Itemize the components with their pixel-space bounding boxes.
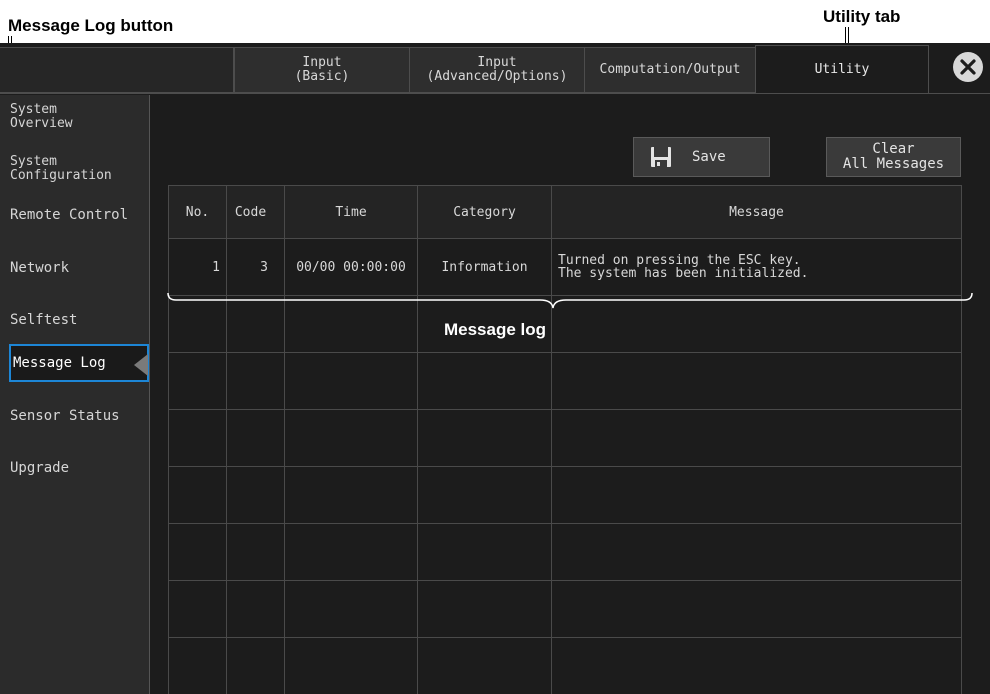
column-header-time[interactable]: Time bbox=[284, 185, 418, 239]
cell-no: 1 bbox=[168, 238, 227, 296]
table-row[interactable]: 1 3 00/00 00:00:00 Information Turned on… bbox=[168, 238, 962, 296]
sidebar-item-system-overview[interactable]: System Overview bbox=[10, 103, 145, 131]
table-row bbox=[168, 409, 962, 467]
cell-category: Information bbox=[417, 238, 552, 296]
column-header-no[interactable]: No. bbox=[168, 185, 227, 239]
sidebar-item-sensor-status[interactable]: Sensor Status bbox=[10, 409, 145, 423]
message-log-callout: Message log bbox=[0, 320, 990, 340]
tab-input-basic[interactable]: Input (Basic) bbox=[234, 47, 410, 93]
cell-message: Turned on pressing the ESC key. The syst… bbox=[551, 238, 962, 296]
save-button[interactable]: Save bbox=[633, 137, 770, 177]
close-icon bbox=[960, 59, 976, 75]
save-button-label: Save bbox=[692, 149, 726, 165]
cell-code: 3 bbox=[226, 238, 285, 296]
tab-input-advanced-options[interactable]: Input (Advanced/Options) bbox=[409, 47, 585, 93]
floppy-disk-icon bbox=[651, 147, 671, 167]
column-header-code[interactable]: Code bbox=[226, 185, 285, 239]
table-row bbox=[168, 523, 962, 581]
utility-screen: Input (Basic) Input (Advanced/Options) C… bbox=[0, 43, 990, 694]
tab-computation-output[interactable]: Computation/Output bbox=[584, 47, 756, 93]
sidebar-item-system-configuration[interactable]: System Configuration bbox=[10, 155, 145, 183]
sidebar-item-remote-control[interactable]: Remote Control bbox=[10, 208, 145, 222]
message-log-callout-text: Message log bbox=[441, 320, 549, 339]
table-row bbox=[168, 637, 962, 694]
table-row bbox=[168, 580, 962, 638]
sidebar-item-message-log[interactable]: Message Log bbox=[9, 344, 149, 382]
table-row bbox=[168, 466, 962, 524]
message-log-panel: Save Clear All Messages No. Code Time Ca… bbox=[151, 95, 990, 694]
tab-utility[interactable]: Utility bbox=[755, 45, 929, 93]
table-row bbox=[168, 352, 962, 410]
column-header-message[interactable]: Message bbox=[551, 185, 962, 239]
cell-time: 00/00 00:00:00 bbox=[284, 238, 418, 296]
column-header-category[interactable]: Category bbox=[417, 185, 552, 239]
sidebar-item-network[interactable]: Network bbox=[10, 261, 145, 275]
close-button[interactable] bbox=[953, 52, 983, 82]
tab-baseline bbox=[0, 93, 990, 94]
sidebar-item-label: Message Log bbox=[13, 355, 106, 371]
sidebar-item-upgrade[interactable]: Upgrade bbox=[10, 461, 145, 475]
message-log-table: No. Code Time Category Message 1 3 00/00… bbox=[168, 185, 962, 694]
tab-spacer bbox=[0, 47, 234, 93]
message-log-button-callout: Message Log button bbox=[8, 16, 174, 35]
tab-bar: Input (Basic) Input (Advanced/Options) C… bbox=[0, 43, 990, 95]
sidebar: System Overview System Configuration Rem… bbox=[0, 95, 150, 694]
utility-tab-callout: Utility tab bbox=[823, 7, 901, 26]
selected-indicator-arrow bbox=[134, 354, 148, 376]
table-header-row: No. Code Time Category Message bbox=[168, 185, 962, 239]
message-log-brace bbox=[167, 292, 973, 309]
clear-all-messages-button[interactable]: Clear All Messages bbox=[826, 137, 961, 177]
